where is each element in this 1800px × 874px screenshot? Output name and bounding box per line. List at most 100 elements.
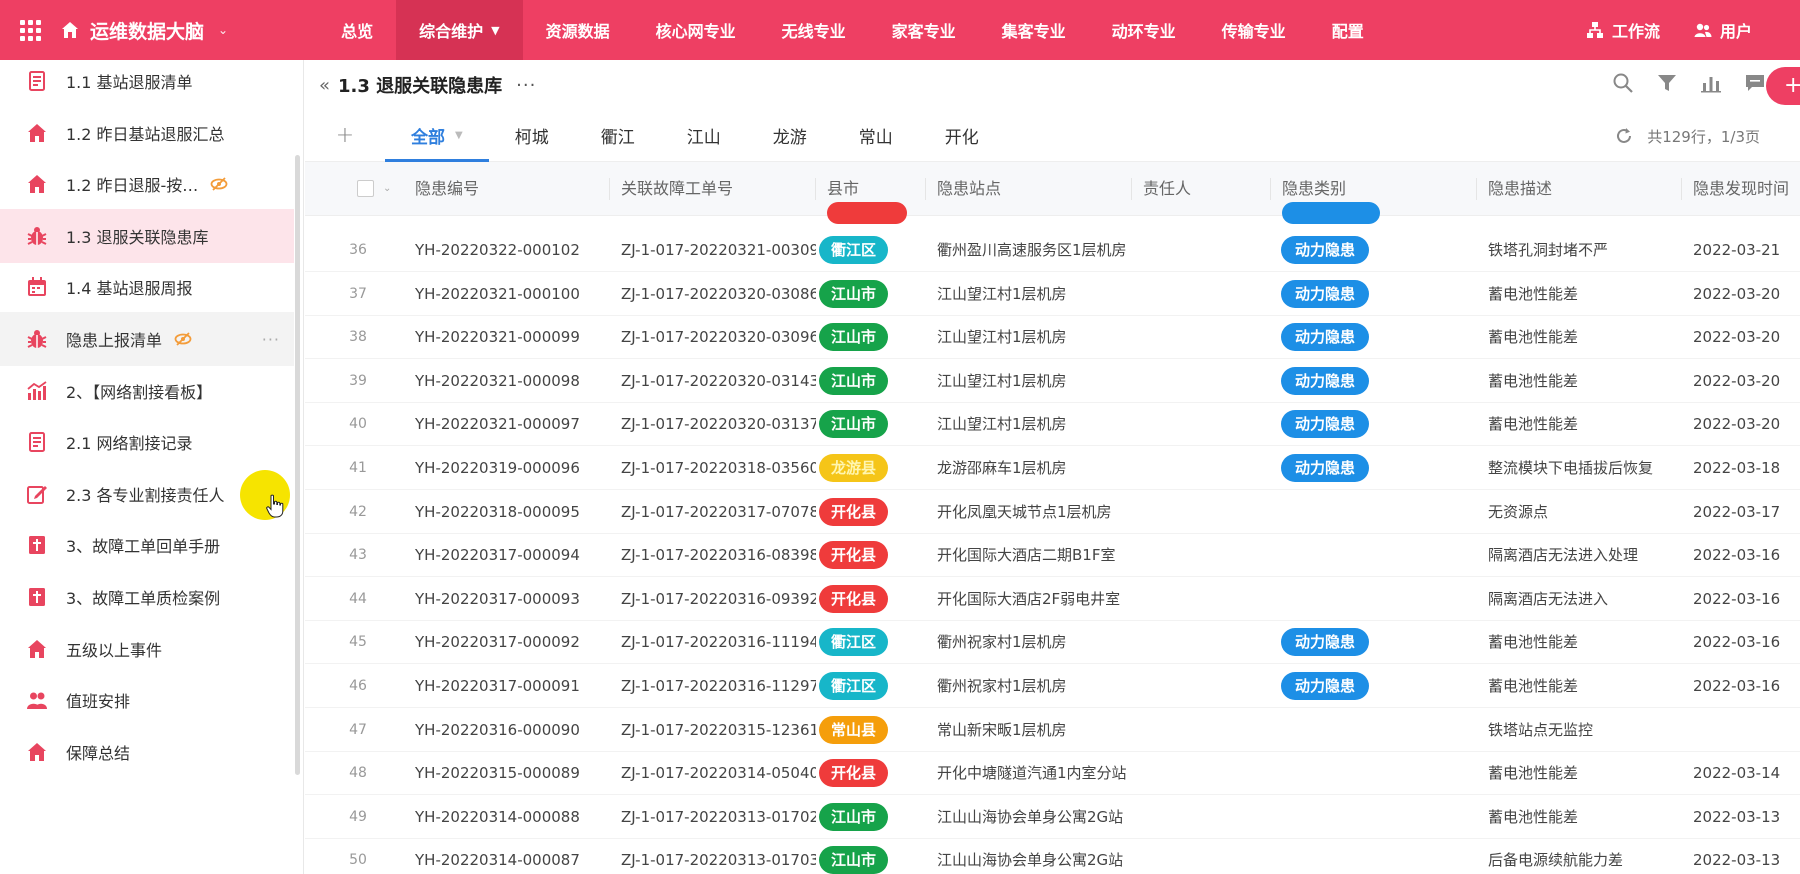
column-resize-handle[interactable] bbox=[1131, 178, 1132, 200]
user-menu-button[interactable]: 用户 bbox=[1694, 18, 1752, 42]
column-resize-handle[interactable] bbox=[1681, 178, 1682, 200]
filter-tab[interactable]: 柯城 bbox=[489, 110, 575, 162]
more-options-icon[interactable]: ··· bbox=[516, 75, 536, 96]
workflow-label: 工作流 bbox=[1611, 22, 1660, 41]
owner-cell bbox=[1143, 664, 1273, 708]
county-cell: 江山市 bbox=[819, 795, 919, 839]
app-switcher[interactable]: 运维数据大脑 ⌄ bbox=[60, 0, 252, 60]
nav-item[interactable]: 无线专业 bbox=[759, 0, 869, 60]
table-header: ⌄ 隐患编号 关联故障工单号 县市 隐患站点 责任人 隐患类别 隐患描述 隐患发现时间 bbox=[305, 162, 1800, 216]
sidebar: 1.1 基站退服清单 1.2 昨日基站退服汇总 1.2 昨日退服-按… 1.3 退服关… bbox=[0, 60, 304, 874]
sidebar-item[interactable]: 1.2 昨日基站退服汇总 bbox=[0, 106, 294, 160]
table-row[interactable]: 45 YH-20220317-000092 ZJ-1-017-20220316-11… bbox=[305, 620, 1800, 665]
sidebar-item-label: 1.2 昨日退服-按… bbox=[66, 176, 199, 196]
nav-item[interactable]: 综合维护 ▼ bbox=[396, 0, 523, 60]
column-header[interactable]: 隐患发现时间 bbox=[1693, 162, 1789, 216]
sidebar-item[interactable]: 1.4 基站退服周报 bbox=[0, 260, 294, 314]
filter-tab[interactable]: 江山 bbox=[661, 110, 747, 162]
chevron-down-icon[interactable]: ⌄ bbox=[383, 162, 391, 216]
caret-down-icon[interactable]: ▼ bbox=[455, 130, 463, 141]
column-resize-handle[interactable] bbox=[1476, 178, 1477, 200]
sidebar-item-label: 值班安排 bbox=[66, 692, 131, 712]
category-cell bbox=[1281, 751, 1431, 795]
description-cell: 铁塔站点无监控 bbox=[1488, 720, 1594, 739]
sidebar-item[interactable]: 保障总结 bbox=[0, 725, 294, 779]
book-icon bbox=[29, 588, 45, 606]
sidebar-item[interactable]: 3、故障工单质检案例 bbox=[0, 570, 294, 624]
filter-tab[interactable]: 全部 ▼ bbox=[385, 110, 489, 162]
nav-item[interactable]: 配置 bbox=[1309, 0, 1387, 60]
table-row[interactable]: 39 YH-20220321-000098 ZJ-1-017-20220320-03… bbox=[305, 359, 1800, 403]
column-header[interactable]: 隐患站点 bbox=[937, 162, 1001, 216]
nav-item[interactable]: 资源数据 bbox=[523, 0, 633, 60]
filter-tab[interactable]: 衢江 bbox=[575, 110, 661, 162]
search-icon[interactable] bbox=[1612, 72, 1634, 94]
nav-item[interactable]: 家客专业 bbox=[869, 0, 979, 60]
table-row[interactable]: 37 YH-20220321-000100 ZJ-1-017-20220320-03… bbox=[305, 272, 1800, 316]
sidebar-item[interactable]: 1.2 昨日退服-按… bbox=[0, 157, 294, 211]
table-row[interactable]: 47 YH-20220316-000090 ZJ-1-017-20220315-12… bbox=[305, 708, 1800, 752]
table-row[interactable]: 40 YH-20220321-000097 ZJ-1-017-20220320-03… bbox=[305, 402, 1800, 447]
sidebar-item[interactable]: 值班安排 bbox=[0, 673, 294, 727]
nav-item[interactable]: 核心网专业 bbox=[633, 0, 759, 60]
page-title: 1.3 退服关联隐患库 bbox=[338, 76, 503, 97]
calendar-icon bbox=[28, 277, 46, 297]
table-row[interactable]: 43 YH-20220317-000094 ZJ-1-017-20220316-08… bbox=[305, 533, 1800, 578]
tab-label: 柯城 bbox=[514, 128, 549, 148]
owner-cell bbox=[1143, 315, 1273, 359]
filter-tab[interactable]: 常山 bbox=[833, 110, 919, 162]
table-row[interactable]: 50 YH-20220314-000087 ZJ-1-017-20220313-01… bbox=[305, 838, 1800, 874]
refresh-icon[interactable] bbox=[1615, 127, 1633, 145]
sidebar-item[interactable]: 五级以上事件 bbox=[0, 622, 294, 676]
select-all-checkbox[interactable] bbox=[357, 180, 374, 197]
workflow-button[interactable]: 工作流 bbox=[1586, 18, 1660, 42]
sidebar-scrollbar[interactable] bbox=[295, 155, 300, 775]
county-cell: 衢江区 bbox=[819, 664, 919, 708]
nav-item[interactable]: 集客专业 bbox=[979, 0, 1089, 60]
more-options-icon[interactable]: ··· bbox=[262, 330, 280, 349]
add-record-button[interactable]: + bbox=[1766, 67, 1800, 105]
sidebar-item[interactable]: 1.1 基站退服清单 bbox=[0, 60, 294, 108]
sidebar-item[interactable]: 2.1 网络割接记录 bbox=[0, 415, 294, 469]
app-grid-icon[interactable] bbox=[0, 0, 60, 60]
nav-item-label: 家客专业 bbox=[891, 22, 956, 41]
table-row[interactable]: 41 YH-20220319-000096 ZJ-1-017-20220318-03… bbox=[305, 446, 1800, 490]
nav-item[interactable]: 总览 bbox=[318, 0, 396, 60]
add-tab-icon[interactable]: + bbox=[305, 123, 385, 148]
table-row[interactable]: 38 YH-20220321-000099 ZJ-1-017-20220320-03… bbox=[305, 315, 1800, 360]
found-date-cell: 2022-03-13 bbox=[1693, 807, 1781, 826]
sidebar-item[interactable]: 2、【网络割接看板】 bbox=[0, 364, 294, 418]
filter-tab[interactable]: 龙游 bbox=[747, 110, 833, 162]
column-header[interactable]: 关联故障工单号 bbox=[621, 162, 733, 216]
table-row[interactable]: 44 YH-20220317-000093 ZJ-1-017-20220316-09… bbox=[305, 577, 1800, 621]
column-header[interactable]: 责任人 bbox=[1143, 162, 1191, 216]
nav-item[interactable]: 动环专业 bbox=[1089, 0, 1199, 60]
sidebar-item[interactable]: 3、故障工单回单手册 bbox=[0, 518, 294, 572]
sidebar-item[interactable]: 1.3 退服关联隐患库 bbox=[0, 208, 294, 263]
comment-icon[interactable] bbox=[1744, 72, 1766, 94]
column-header[interactable]: 隐患编号 bbox=[415, 162, 479, 216]
table-row[interactable]: 36 YH-20220322-000102 ZJ-1-017-20220321-00… bbox=[305, 228, 1800, 272]
category-cell: 动力隐患 bbox=[1281, 664, 1431, 708]
row-index: 36 bbox=[349, 242, 367, 258]
county-pill: 衢江区 bbox=[819, 672, 889, 700]
column-resize-handle[interactable] bbox=[609, 178, 610, 200]
sidebar-item[interactable]: 隐患上报清单 ··· bbox=[0, 312, 294, 366]
table-row[interactable]: 42 YH-20220318-000095 ZJ-1-017-20220317-07… bbox=[305, 490, 1800, 534]
tab-label: 龙游 bbox=[772, 128, 807, 148]
filter-tab[interactable]: 开化 bbox=[919, 110, 1005, 162]
column-resize-handle[interactable] bbox=[1270, 178, 1271, 200]
collapse-sidebar-icon[interactable]: « bbox=[319, 75, 330, 96]
table-row[interactable]: 48 YH-20220315-000089 ZJ-1-017-20220314-05… bbox=[305, 751, 1800, 796]
column-header[interactable]: 隐患描述 bbox=[1488, 162, 1552, 216]
table-row[interactable]: 46 YH-20220317-000091 ZJ-1-017-20220316-11… bbox=[305, 664, 1800, 708]
filter-icon[interactable] bbox=[1656, 72, 1678, 94]
column-resize-handle[interactable] bbox=[925, 178, 926, 200]
column-resize-handle[interactable] bbox=[815, 178, 816, 200]
nav-item[interactable]: 传输专业 bbox=[1199, 0, 1309, 60]
chart-icon[interactable] bbox=[1700, 72, 1722, 94]
hazard-id-cell: YH-20220321-000097 bbox=[415, 415, 580, 434]
table-row[interactable]: 49 YH-20220314-000088 ZJ-1-017-20220313-01… bbox=[305, 795, 1800, 839]
eye-off-icon bbox=[210, 177, 228, 191]
row-index: 38 bbox=[349, 329, 367, 346]
